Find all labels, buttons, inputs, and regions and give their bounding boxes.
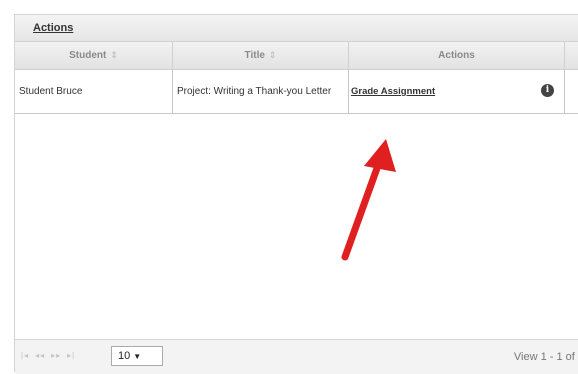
table-row: Student Bruce Project: Writing a Thank-y… — [15, 70, 578, 114]
sort-icon: ⇕ — [110, 50, 118, 60]
actions-header-link[interactable]: Actions — [33, 22, 73, 34]
panel-header: Actions — [15, 15, 578, 42]
pager: |◂ ◂◂ ▸▸ ▸| 10 ▼ View 1 - 1 of 1 — [15, 339, 578, 374]
table-header: Student ⇕ Title ⇕ Actions — [15, 42, 578, 70]
cell-spacer — [565, 70, 578, 113]
last-page-icon[interactable]: ▸| — [67, 351, 75, 360]
cell-title: Project: Writing a Thank-you Letter — [173, 70, 349, 113]
next-page-icon[interactable]: ▸▸ — [51, 351, 61, 360]
cell-student: Student Bruce — [15, 70, 173, 113]
info-icon[interactable]: i — [541, 84, 554, 97]
actions-panel: Actions Student ⇕ Title ⇕ Actions Student … — [14, 14, 578, 374]
page-size-select[interactable]: 10 ▼ — [111, 346, 163, 366]
page-size-value: 10 — [118, 350, 131, 362]
sort-icon: ⇕ — [268, 50, 277, 60]
column-header-title[interactable]: Title ⇕ — [173, 42, 349, 69]
column-label-student: Student — [69, 50, 107, 61]
chevron-down-icon: ▼ — [133, 352, 142, 361]
cell-actions: Grade Assignment i — [349, 70, 565, 113]
table-body: Student Bruce Project: Writing a Thank-y… — [15, 70, 578, 340]
column-header-actions: Actions — [349, 42, 565, 69]
pager-nav: |◂ ◂◂ ▸▸ ▸| — [21, 351, 81, 360]
first-page-icon[interactable]: |◂ — [21, 351, 29, 360]
column-label-actions: Actions — [438, 50, 475, 61]
column-label-title: Title — [244, 50, 265, 61]
view-record-count: View 1 - 1 of 1 — [513, 351, 578, 363]
column-header-student[interactable]: Student ⇕ — [15, 42, 173, 69]
prev-page-icon[interactable]: ◂◂ — [35, 351, 45, 360]
column-header-spacer — [565, 42, 578, 69]
grade-assignment-link[interactable]: Grade Assignment — [351, 86, 435, 97]
